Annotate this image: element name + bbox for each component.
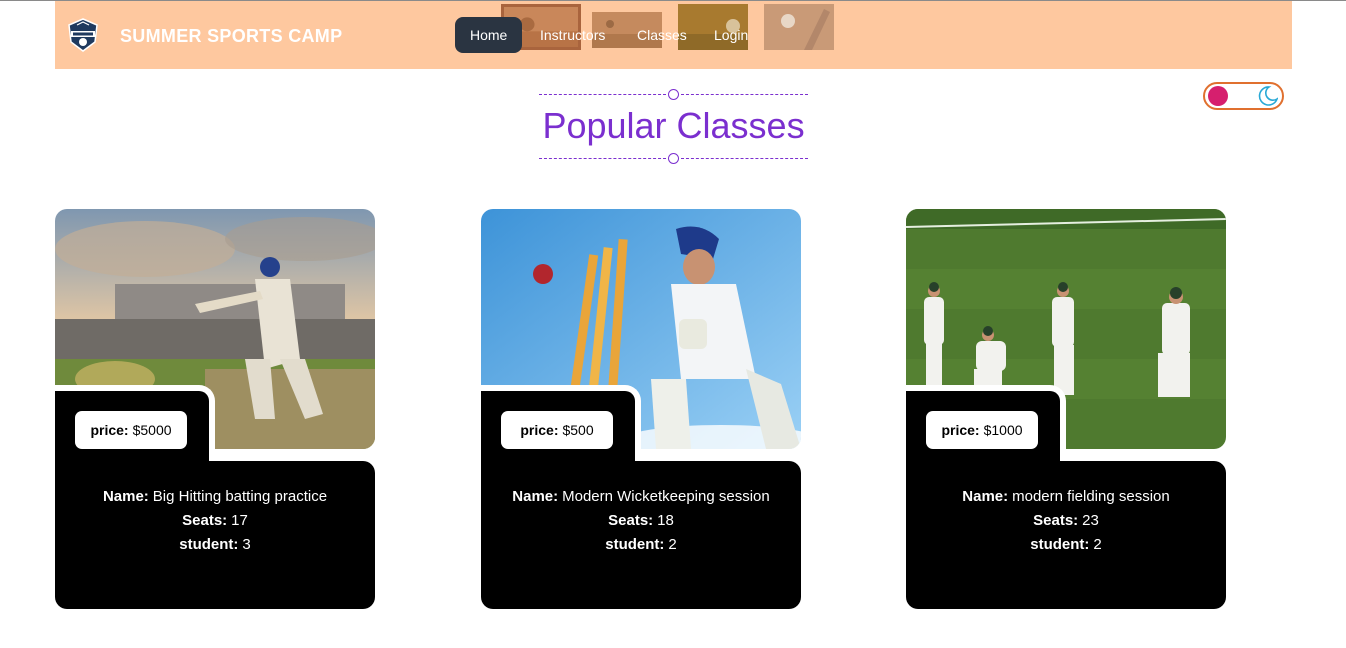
students-row: student: 3: [55, 533, 375, 557]
class-card[interactable]: price: $5000 Name: Big Hitting batting pr…: [55, 209, 375, 609]
nav-login[interactable]: Login: [699, 17, 763, 53]
price-badge: price: $5000: [75, 411, 187, 449]
nav-thumbnail-4: [764, 4, 834, 50]
camp-logo-icon[interactable]: [67, 18, 99, 52]
seats-label: Seats:: [182, 512, 228, 529]
price-badge: price: $500: [501, 411, 613, 449]
student-label: student:: [1030, 536, 1090, 553]
students-row: student: 2: [906, 533, 1226, 557]
class-details: Name: modern fielding session Seats: 23 st…: [906, 461, 1226, 609]
student-value: 2: [1093, 536, 1102, 553]
class-details: Name: Modern Wicketkeeping session Seats:…: [481, 461, 801, 609]
nav-home[interactable]: Home: [455, 17, 523, 53]
price-label: price:: [520, 422, 559, 438]
class-card[interactable]: price: $1000 Name: modern fielding sessio…: [906, 209, 1226, 609]
student-value: 3: [242, 536, 251, 553]
price-label: price:: [941, 422, 980, 438]
seats-value: 17: [231, 512, 248, 529]
navbar: SUMMER SPORTS CAMP Home Instructors Clas…: [55, 1, 1292, 69]
price-badge: price: $1000: [926, 411, 1038, 449]
class-name: Modern Wicketkeeping session: [562, 488, 770, 505]
name-label: Name:: [512, 488, 559, 505]
class-card[interactable]: price: $500 Name: Modern Wicketkeeping se…: [481, 209, 801, 609]
seats-row: Seats: 17: [55, 509, 375, 533]
theme-toggle[interactable]: [1203, 82, 1284, 110]
seats-label: Seats:: [1033, 512, 1079, 529]
seats-row: Seats: 18: [481, 509, 801, 533]
student-value: 2: [668, 536, 677, 553]
price-value: $500: [562, 422, 594, 438]
class-name-row: Name: Modern Wicketkeeping session: [481, 485, 801, 509]
toggle-knob: [1208, 86, 1228, 106]
student-label: student:: [179, 536, 239, 553]
seats-value: 23: [1082, 512, 1099, 529]
class-details: Name: Big Hitting batting practice Seats:…: [55, 461, 375, 609]
nav-classes[interactable]: Classes: [622, 17, 702, 53]
student-label: student:: [605, 536, 665, 553]
class-name: modern fielding session: [1012, 488, 1170, 505]
section-title: Popular Classes: [542, 105, 805, 146]
name-label: Name:: [102, 488, 149, 505]
moon-icon: [1258, 86, 1278, 106]
price-value: $1000: [983, 422, 1023, 438]
students-row: student: 2: [481, 533, 801, 557]
heading-divider-top: [539, 87, 808, 101]
price-label: price:: [90, 422, 129, 438]
nav-instructors[interactable]: Instructors: [525, 17, 620, 53]
price-value: $5000: [132, 422, 172, 438]
brand-name[interactable]: SUMMER SPORTS CAMP: [120, 26, 342, 47]
class-name-row: Name: Big Hitting batting practice: [55, 485, 375, 509]
class-name: Big Hitting batting practice: [152, 488, 328, 505]
seats-label: Seats:: [608, 512, 654, 529]
heading-divider-bottom: [539, 151, 808, 165]
class-name-row: Name: modern fielding session: [906, 485, 1226, 509]
seats-value: 18: [657, 512, 674, 529]
seats-row: Seats: 23: [906, 509, 1226, 533]
section-heading: Popular Classes: [539, 87, 808, 165]
name-label: Name:: [962, 488, 1009, 505]
